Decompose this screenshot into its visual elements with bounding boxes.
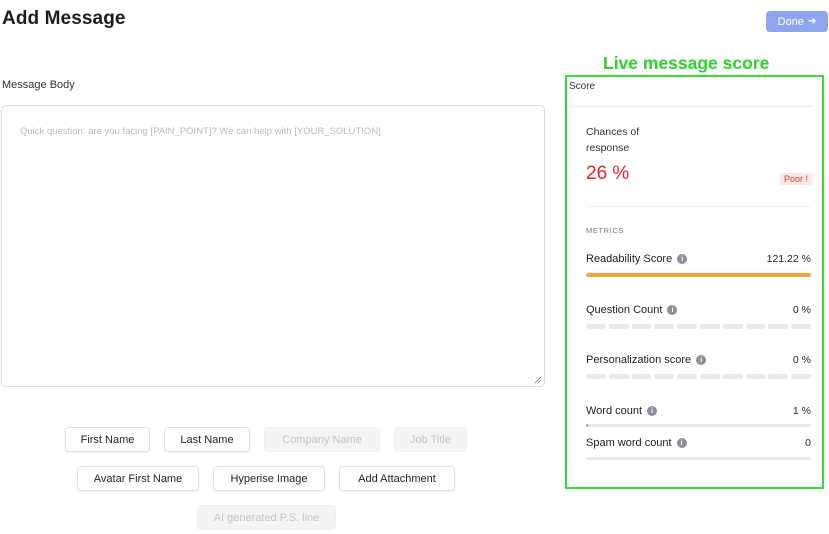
progress-bar bbox=[586, 273, 811, 277]
variable-hyperise-image-button[interactable]: Hyperise Image bbox=[213, 466, 325, 491]
progress-segment bbox=[608, 324, 629, 329]
metric-spam-word-count: Spam word count i 0 bbox=[586, 437, 811, 460]
progress-segment bbox=[745, 374, 766, 379]
metric-value: 1 % bbox=[792, 405, 811, 417]
variable-avatar-first-name-button[interactable]: Avatar First Name bbox=[77, 466, 199, 491]
variable-last-name-button[interactable]: Last Name bbox=[164, 427, 250, 452]
progress-bar bbox=[586, 424, 811, 427]
message-body-label: Message Body bbox=[2, 79, 75, 91]
progress-segment bbox=[677, 324, 697, 329]
metric-value: 0 % bbox=[792, 354, 811, 366]
info-icon[interactable]: i bbox=[676, 438, 687, 448]
progress-segment bbox=[654, 374, 675, 379]
score-panel: Score Chances of response 26 % Poor ! ME… bbox=[565, 75, 824, 489]
message-body-input[interactable] bbox=[2, 106, 544, 386]
progress-segment bbox=[631, 374, 652, 379]
metric-name: Question Count bbox=[586, 304, 663, 316]
segmented-progress-bar bbox=[586, 374, 811, 379]
status-badge: Poor ! bbox=[780, 173, 813, 185]
score-header: Score bbox=[569, 81, 596, 92]
metric-name: Word count bbox=[586, 405, 643, 417]
add-attachment-button[interactable]: Add Attachment bbox=[339, 466, 455, 491]
metric-name: Personalization score bbox=[586, 354, 692, 366]
done-label: Done bbox=[777, 15, 804, 28]
variable-job-title-button[interactable]: Job Title bbox=[394, 427, 467, 452]
segmented-progress-bar bbox=[586, 324, 811, 329]
progress-bar bbox=[586, 457, 811, 460]
metric-question-count: Question Count i 0 % bbox=[586, 304, 811, 329]
variable-company-name-button[interactable]: Company Name bbox=[264, 427, 380, 452]
metric-readability: Readability Score i 121.22 % bbox=[586, 253, 811, 277]
info-icon[interactable]: i bbox=[696, 355, 707, 365]
progress-segment bbox=[586, 324, 606, 329]
progress-segment bbox=[768, 324, 789, 329]
progress-segment bbox=[654, 324, 675, 329]
chances-label: Chances of response bbox=[586, 126, 640, 154]
metric-name: Readability Score bbox=[586, 253, 673, 265]
progress-segment bbox=[677, 374, 697, 379]
progress-segment bbox=[699, 324, 720, 329]
progress-segment bbox=[722, 374, 743, 379]
resize-handle-icon[interactable] bbox=[534, 376, 542, 384]
chances-value: 26 % bbox=[586, 163, 630, 184]
progress-segment bbox=[699, 374, 720, 379]
progress-segment bbox=[791, 324, 811, 329]
annotation-label: Live message score bbox=[603, 53, 770, 73]
progress-fill bbox=[586, 424, 589, 427]
variable-first-name-button[interactable]: First Name bbox=[65, 427, 150, 452]
progress-segment bbox=[791, 374, 811, 379]
metric-value: 121.22 % bbox=[766, 253, 811, 265]
info-icon[interactable]: i bbox=[647, 406, 658, 416]
info-icon[interactable]: i bbox=[677, 254, 688, 264]
metric-value: 0 bbox=[805, 437, 811, 449]
done-button[interactable]: Done ➔ bbox=[766, 11, 828, 32]
divider bbox=[586, 206, 810, 207]
metric-word-count: Word count i 1 % bbox=[586, 405, 811, 427]
message-body-editor[interactable] bbox=[1, 105, 545, 387]
progress-segment bbox=[631, 324, 652, 329]
arrow-right-icon: ➔ bbox=[807, 16, 817, 27]
progress-fill bbox=[586, 273, 811, 277]
progress-segment bbox=[586, 374, 606, 379]
progress-segment bbox=[768, 374, 789, 379]
info-icon[interactable]: i bbox=[667, 305, 678, 315]
metric-personalization: Personalization score i 0 % bbox=[586, 354, 811, 379]
metric-name: Spam word count bbox=[586, 437, 672, 449]
progress-segment bbox=[608, 374, 629, 379]
metric-value: 0 % bbox=[792, 304, 811, 316]
page-title: Add Message bbox=[2, 8, 126, 29]
ai-ps-line-button[interactable]: AI generated P.S. line bbox=[197, 505, 336, 530]
progress-segment bbox=[745, 324, 766, 329]
progress-segment bbox=[722, 324, 743, 329]
divider bbox=[567, 106, 812, 107]
metrics-heading: METRICS bbox=[586, 226, 624, 235]
